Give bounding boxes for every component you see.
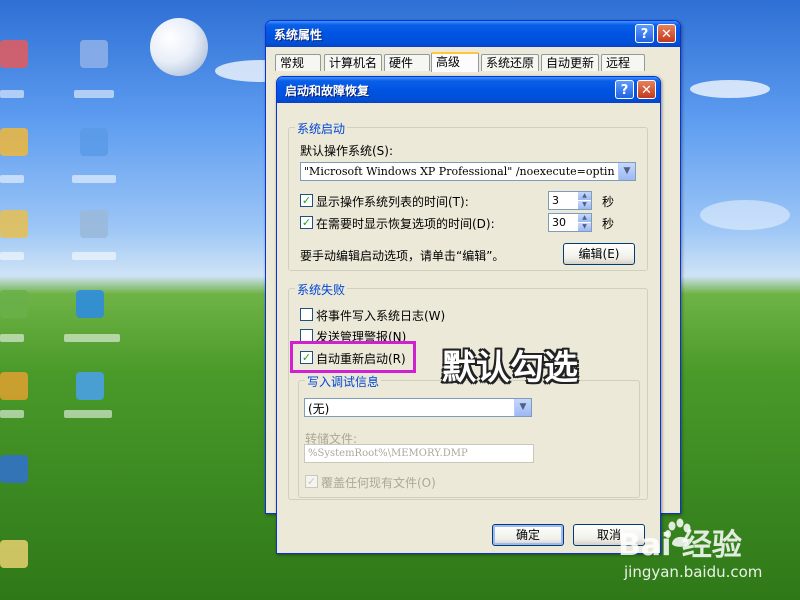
write-event-checkbox[interactable] (300, 308, 313, 321)
close-button[interactable]: ✕ (657, 24, 676, 43)
tab-advanced[interactable]: 高级 (431, 52, 479, 72)
window-title: 系统属性 (274, 28, 323, 42)
desktop-icon[interactable] (76, 372, 104, 400)
chevron-down-icon[interactable]: ▼ (514, 399, 531, 416)
spinner-up-icon[interactable]: ▲ (578, 214, 591, 222)
show-recovery-label: 在需要时显示恢复选项的时间(D): (316, 217, 495, 231)
show-recovery-seconds-spinner[interactable]: 30 ▲ ▼ (548, 213, 592, 232)
chevron-down-icon[interactable]: ▼ (618, 163, 635, 180)
desktop-icon-label (72, 175, 116, 183)
group-legend: 写入调试信息 (305, 373, 382, 390)
dump-file-input[interactable]: %SystemRoot%\MEMORY.DMP (304, 444, 534, 463)
desktop-icon[interactable] (76, 290, 104, 318)
help-button[interactable]: ? (615, 80, 634, 99)
desktop-icon-label (0, 90, 24, 98)
spinner-value: 3 (552, 194, 559, 207)
desktop-icon-label (72, 252, 116, 260)
spinner-value: 30 (552, 216, 566, 229)
group-legend: 系统失败 (295, 281, 348, 298)
desktop-icon-label (0, 175, 24, 183)
manual-edit-hint: 要手动编辑启动选项，请单击“编辑”。 (300, 249, 505, 263)
desktop-icon-label (64, 410, 112, 418)
desktop-icon[interactable] (0, 455, 28, 483)
default-os-label: 默认操作系统(S): (300, 144, 394, 158)
annotation-text: 默认勾选 (442, 348, 578, 388)
show-recovery-checkbox[interactable]: ✓ (300, 216, 313, 229)
tab-automatic-updates[interactable]: 自动更新 (541, 54, 599, 71)
seconds-unit-label: 秒 (602, 217, 615, 231)
show-os-list-seconds-spinner[interactable]: 3 ▲ ▼ (548, 191, 592, 210)
edit-button[interactable]: 编辑(E) (563, 243, 635, 265)
show-os-list-label: 显示操作系统列表的时间(T): (316, 195, 469, 209)
debug-info-type-value: (无) (308, 402, 330, 416)
desktop-icon-label (0, 334, 24, 342)
dialog-title: 启动和故障恢复 (285, 84, 370, 98)
desktop-icon-label (64, 334, 120, 342)
overwrite-checkbox[interactable]: ✓ (305, 475, 318, 488)
desktop-icon[interactable] (80, 128, 108, 156)
desktop-icon[interactable] (0, 210, 28, 238)
write-event-label: 将事件写入系统日志(W) (316, 309, 446, 323)
spinner-down-icon[interactable]: ▼ (578, 223, 591, 231)
overwrite-label: 覆盖任何现有文件(O) (321, 476, 436, 490)
desktop-icon-label (74, 90, 114, 98)
default-os-select[interactable]: "Microsoft Windows XP Professional" /noe… (300, 162, 636, 181)
close-button[interactable]: ✕ (637, 80, 656, 99)
planet-wallpaper-image (150, 18, 208, 76)
help-button[interactable]: ? (635, 24, 654, 43)
tab-remote[interactable]: 远程 (601, 54, 645, 71)
default-os-value: "Microsoft Windows XP Professional" /noe… (304, 165, 615, 178)
debug-info-type-select[interactable]: (无) ▼ (304, 398, 532, 417)
seconds-unit-label: 秒 (602, 195, 615, 209)
desktop-icon[interactable] (80, 210, 108, 238)
tab-computer-name[interactable]: 计算机名 (324, 54, 382, 71)
watermark-url: jingyan.baidu.com (624, 563, 763, 581)
system-properties-titlebar[interactable]: 系统属性 ? ✕ (266, 21, 680, 47)
group-legend: 系统启动 (295, 120, 348, 137)
tab-system-restore[interactable]: 系统还原 (481, 54, 539, 71)
dump-file-value: %SystemRoot%\MEMORY.DMP (308, 448, 468, 459)
annotation-highlight-box (290, 341, 416, 373)
desktop-icon[interactable] (80, 40, 108, 68)
show-os-list-checkbox[interactable]: ✓ (300, 194, 313, 207)
tab-hardware[interactable]: 硬件 (384, 54, 430, 71)
desktop-icon-label (0, 252, 24, 260)
desktop-icon[interactable] (0, 40, 28, 68)
desktop-icon[interactable] (0, 128, 28, 156)
desktop-icon[interactable] (0, 540, 28, 568)
desktop-icon-label (0, 410, 24, 418)
watermark-brand: Bai 经验 (618, 528, 742, 563)
spinner-up-icon[interactable]: ▲ (578, 192, 591, 200)
desktop-icon[interactable] (0, 290, 28, 318)
ok-button[interactable]: 确定 (492, 524, 564, 546)
cloud (700, 200, 790, 230)
startup-recovery-titlebar[interactable]: 启动和故障恢复 ? ✕ (277, 77, 660, 103)
desktop-icon[interactable] (0, 372, 28, 400)
cloud (690, 80, 770, 98)
tab-general[interactable]: 常规 (275, 54, 321, 71)
spinner-down-icon[interactable]: ▼ (578, 201, 591, 209)
